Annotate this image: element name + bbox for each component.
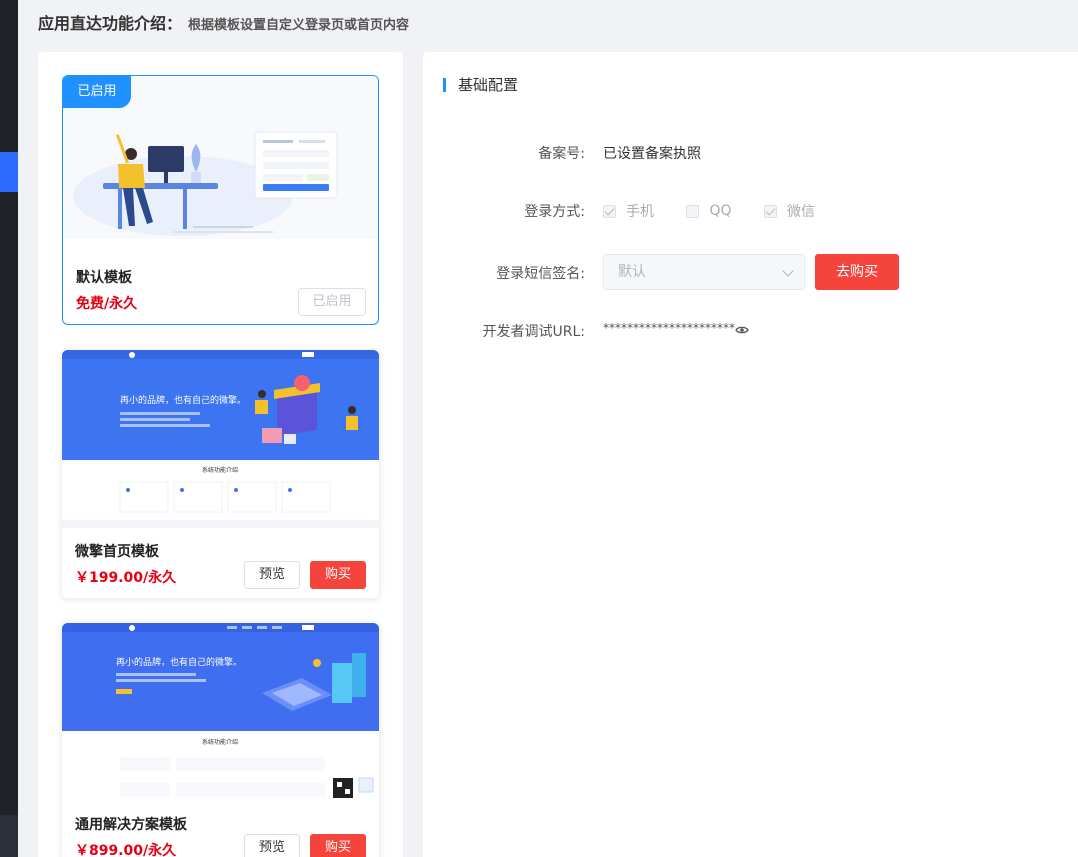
template-thumbnail-general-solution[interactable]: 再小的品牌，也有自己的微擎。 系统功能介绍	[62, 623, 379, 801]
login-option-qq[interactable]: QQ	[686, 203, 732, 219]
thumb-section-title: 系统功能介绍	[202, 466, 238, 474]
thumb-section-title: 系统功能介绍	[202, 738, 238, 746]
template-price: ￥199.00/永久	[75, 570, 177, 586]
sidebar-bottom	[0, 815, 18, 857]
checkbox-icon	[686, 204, 700, 218]
go-buy-button[interactable]: 去购买	[815, 254, 899, 290]
buy-button[interactable]: 购买	[310, 834, 366, 857]
template-price: ￥899.00/永久	[75, 843, 177, 857]
enabled-button[interactable]: 已启用	[298, 288, 366, 316]
sms-signature-label: 登录短信签名:	[496, 266, 585, 282]
section-title: 基础配置	[443, 78, 518, 93]
login-option-phone[interactable]: 手机	[603, 201, 654, 221]
config-panel: 基础配置 备案号: 已设置备案执照 登录方式: 手机 QQ 微信 登录短信签名:…	[423, 52, 1078, 857]
checkbox-icon	[603, 204, 616, 218]
weiqing-home-illustration: 再小的品牌，也有自己的微擎。 系统功能介绍	[62, 350, 379, 528]
thumb-headline: 再小的品牌，也有自己的微擎。	[116, 656, 242, 668]
preview-button[interactable]: 预览	[244, 834, 300, 857]
checkbox-icon	[763, 204, 777, 218]
record-value: 已设置备案执照	[603, 146, 701, 162]
dev-url-label: 开发者调试URL:	[482, 324, 586, 340]
page-title: 应用直达功能介绍：	[38, 14, 183, 33]
dev-url-value: **********************	[603, 321, 735, 335]
page-description: 根据模板设置自定义登录页或首页内容	[188, 18, 410, 33]
record-label: 备案号:	[538, 146, 585, 162]
eye-icon[interactable]	[735, 325, 749, 335]
template-card-weiqing-home[interactable]: 再小的品牌，也有自己的微擎。 系统功能介绍 微擎首页模板 ￥199.00/永久 …	[62, 350, 379, 598]
template-card-general-solution[interactable]: 再小的品牌，也有自己的微擎。 系统功能介绍 通用解决方案模板 ￥899.00/永…	[62, 623, 379, 857]
template-name: 微擎首页模板	[75, 544, 159, 560]
enabled-badge: 已启用	[63, 76, 131, 108]
sms-signature-select[interactable]: 默认	[603, 254, 805, 290]
sidebar-strip	[0, 0, 18, 857]
preview-button[interactable]: 预览	[244, 561, 300, 589]
sms-signature-value: 默认	[618, 264, 646, 280]
template-name: 默认模板	[76, 270, 132, 286]
login-method-label: 登录方式:	[524, 204, 585, 220]
thumb-headline: 再小的品牌，也有自己的微擎。	[120, 394, 246, 406]
buy-button[interactable]: 购买	[310, 561, 366, 589]
template-thumbnail-weiqing-home[interactable]: 再小的品牌，也有自己的微擎。 系统功能介绍	[62, 350, 379, 528]
login-option-wechat[interactable]: 微信	[763, 201, 815, 221]
template-card-default[interactable]: 已启用 默认模板 免费/永久 已启用	[62, 75, 379, 325]
template-name: 通用解决方案模板	[75, 817, 187, 833]
login-method-options: 手机 QQ 微信	[603, 201, 843, 222]
sidebar-active-item[interactable]	[0, 152, 18, 192]
template-price: 免费/永久	[76, 296, 138, 312]
chevron-down-icon	[782, 265, 794, 277]
general-solution-illustration: 再小的品牌，也有自己的微擎。 系统功能介绍	[62, 623, 379, 798]
page-header: 应用直达功能介绍： 根据模板设置自定义登录页或首页内容	[38, 10, 409, 34]
template-list: 已启用 默认模板 免费/永久 已启用 再小的品牌，也有自己的微擎。 系统功能介绍…	[38, 52, 403, 857]
